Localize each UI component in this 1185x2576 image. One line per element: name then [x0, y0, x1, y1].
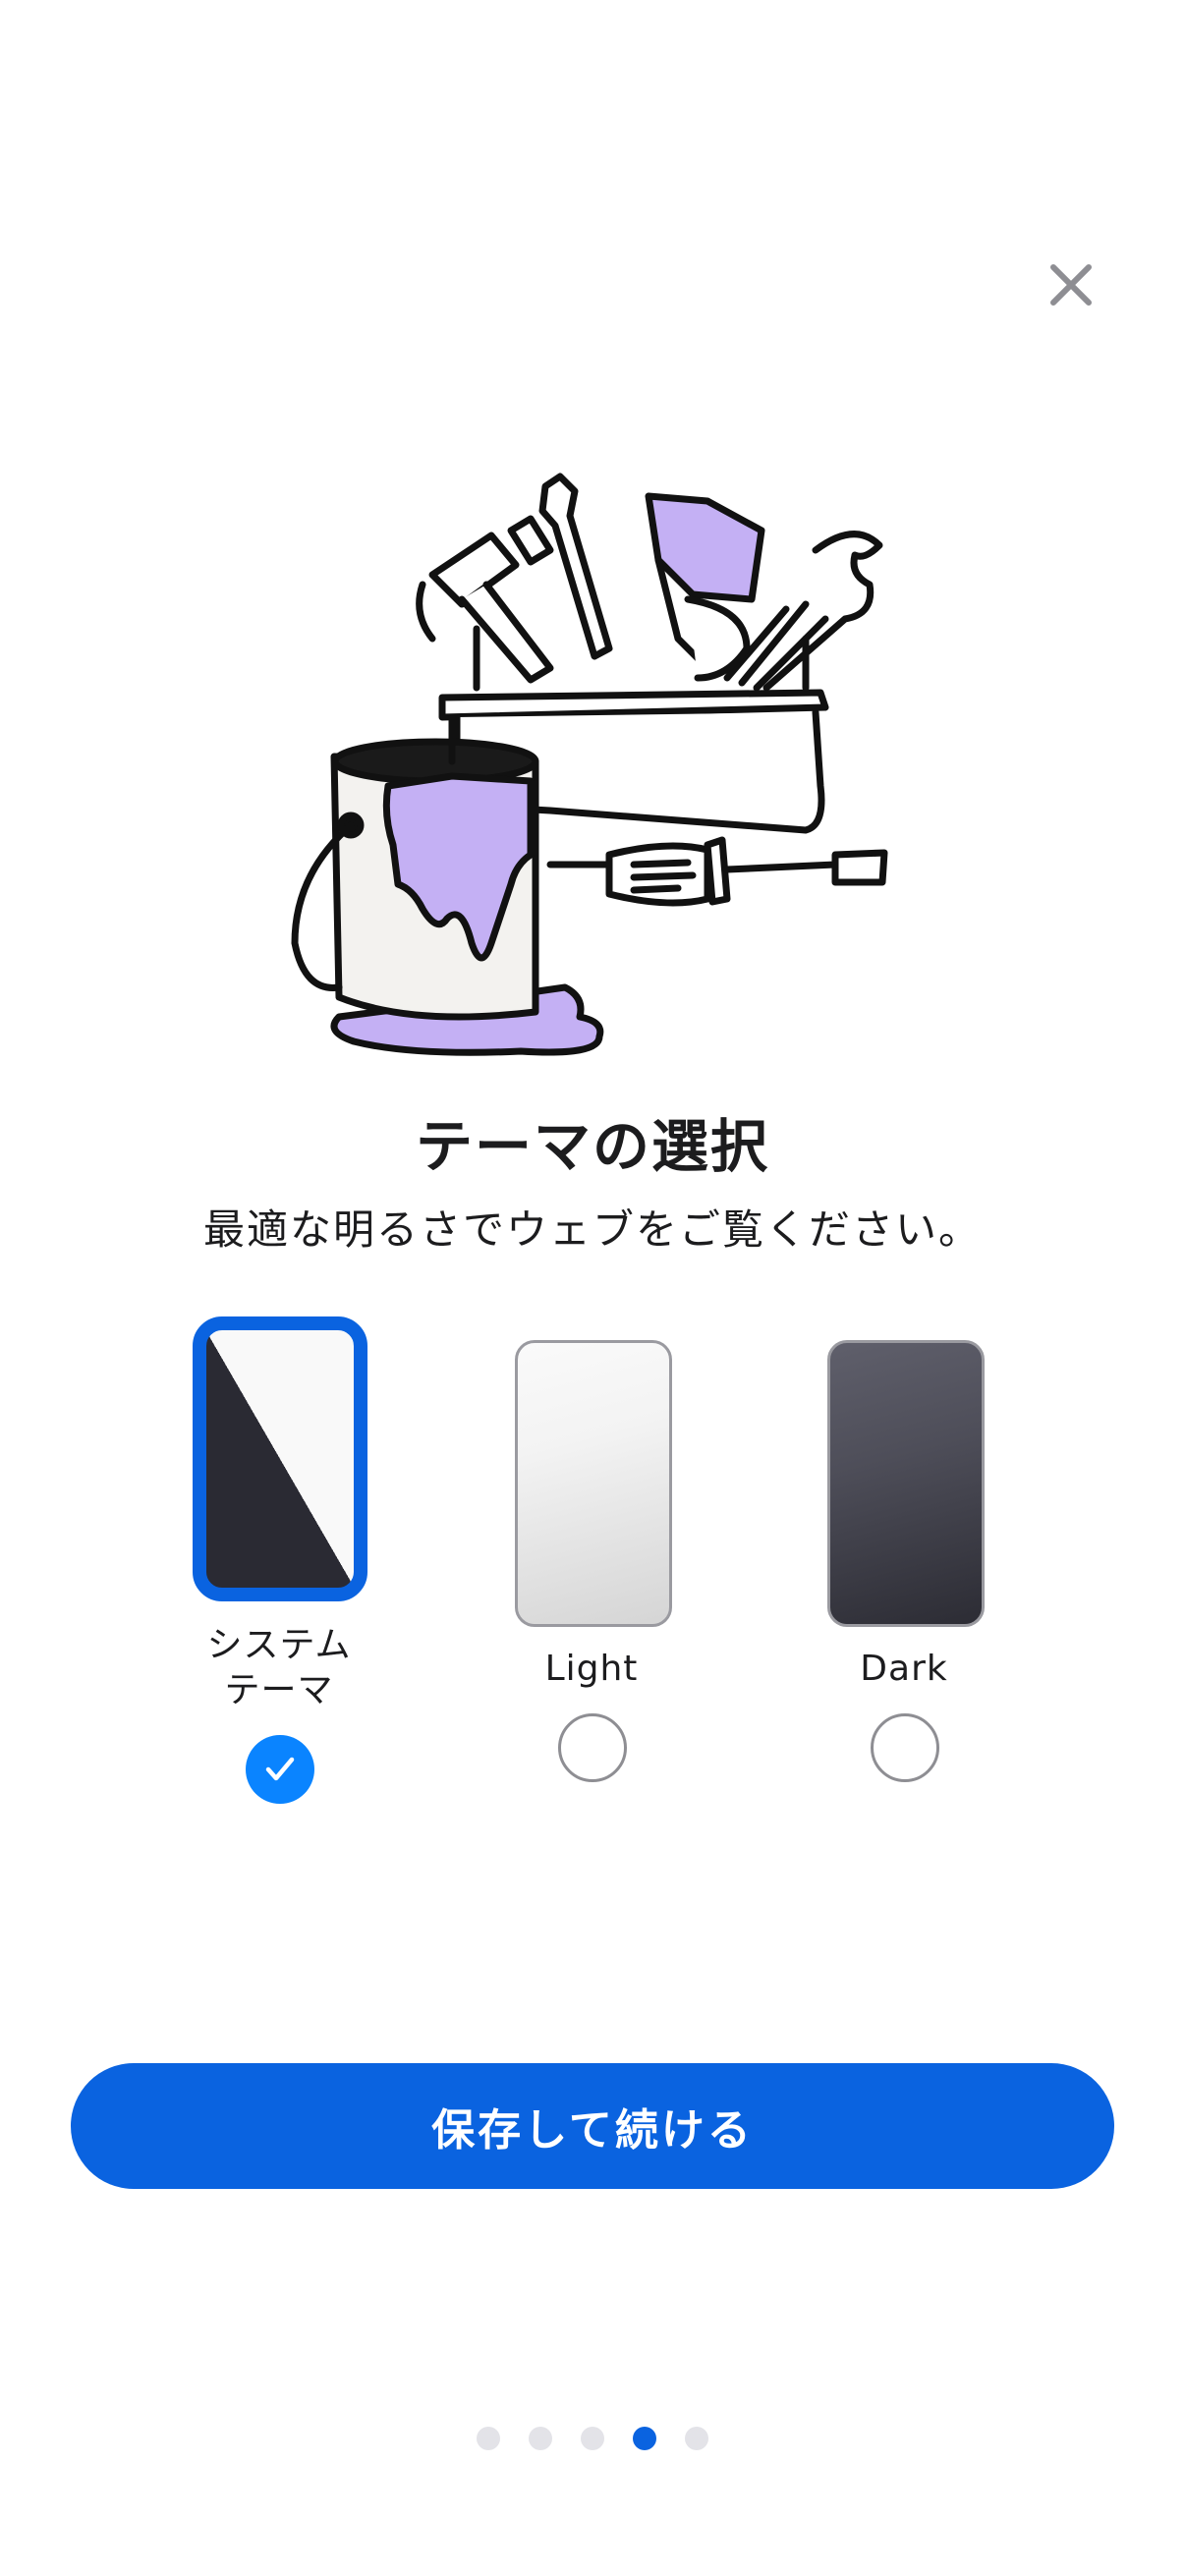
close-icon — [1050, 264, 1092, 306]
dark-theme-preview — [827, 1340, 985, 1627]
page-dot-5 — [685, 2427, 708, 2450]
theme-option-light[interactable]: Light — [493, 1316, 690, 1827]
theme-option-system[interactable]: システム テーマ — [181, 1316, 377, 1827]
system-theme-label-line1: システム — [206, 1625, 352, 1665]
light-theme-preview — [515, 1340, 672, 1627]
page-title: テーマの選択 — [415, 1113, 769, 1180]
dark-theme-label: Dark — [860, 1649, 948, 1689]
light-theme-radio[interactable] — [558, 1713, 627, 1782]
checkmark-icon — [265, 1757, 295, 1781]
save-and-continue-button[interactable]: 保存して続ける — [71, 2063, 1114, 2189]
system-theme-label-line2: テーマ — [224, 1670, 334, 1710]
system-theme-radio[interactable] — [246, 1735, 314, 1804]
page-dot-1 — [477, 2427, 500, 2450]
system-theme-preview — [193, 1316, 367, 1601]
toolbox-paint-bucket-illustration — [291, 473, 888, 1056]
page-subtitle: 最適な明るさでウェブをご覧ください。 — [202, 1205, 982, 1254]
close-button[interactable] — [1032, 246, 1110, 324]
light-theme-label: Light — [544, 1649, 639, 1689]
theme-option-dark[interactable]: Dark — [806, 1316, 1002, 1827]
page-dot-3 — [581, 2427, 604, 2450]
page-dot-4-current — [633, 2427, 656, 2450]
page-indicator — [0, 2427, 1185, 2450]
dark-theme-radio[interactable] — [871, 1713, 939, 1782]
system-theme-label: システム テーマ — [161, 1623, 397, 1713]
page-dot-2 — [529, 2427, 552, 2450]
